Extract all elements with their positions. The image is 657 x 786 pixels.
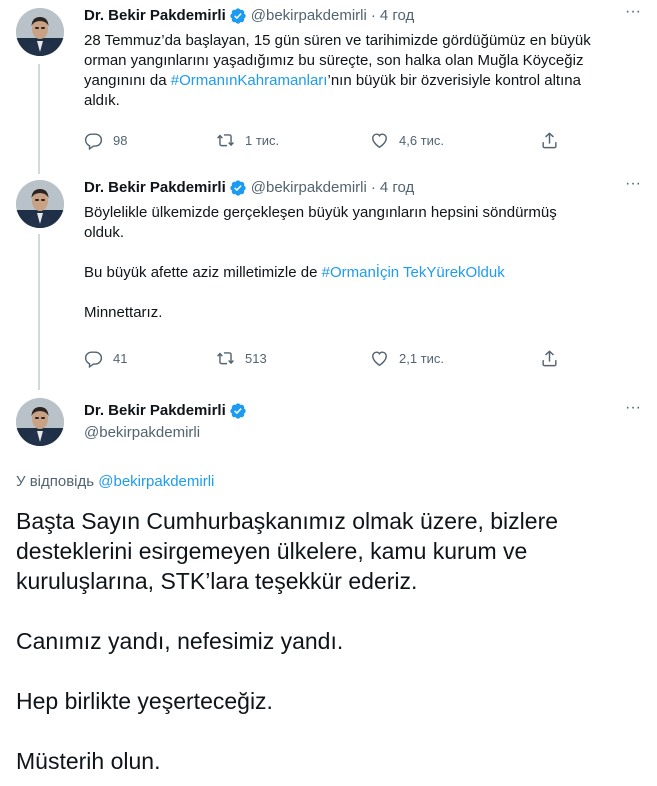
separator-dot: · — [370, 179, 376, 196]
verified-badge-icon — [229, 402, 247, 420]
tweet-line: desteklerini esirgemeyen ülkelere, kamu … — [16, 538, 528, 564]
hashtag-link[interactable]: #OrmanınKahramanları — [171, 72, 328, 89]
author-name[interactable]: Dr. Bekir Pakdemirli — [84, 178, 226, 198]
tweet-line: Minnettarız. — [84, 304, 163, 321]
retweet-icon — [216, 131, 235, 150]
retweet-count: 1 тис. — [245, 132, 280, 148]
share-button[interactable] — [540, 349, 569, 368]
separator-dot: · — [370, 7, 376, 24]
tweet-text: 28 Temmuz’da başlayan, 15 gün süren ve t… — [84, 31, 644, 111]
tweet-line: Hep birlikte yeşerteceğiz. — [16, 688, 273, 714]
tweet-header: Dr. Bekir Pakdemirli @bekirpakdemirli · … — [84, 6, 414, 26]
timestamp[interactable]: 4 год — [380, 178, 414, 198]
tweet-line: 28 Temmuz’da başlayan, 15 gün süren ve t… — [84, 32, 591, 49]
like-count: 4,6 тис. — [399, 132, 445, 148]
action-bar: 98 1 тис. 4,6 тис. — [84, 130, 564, 150]
reply-icon — [84, 131, 103, 150]
hashtag-link[interactable]: #Ormanİçin TekYürekOlduk — [322, 264, 505, 281]
like-button[interactable]: 2,1 тис. — [370, 349, 444, 368]
avatar[interactable] — [16, 180, 64, 228]
retweet-icon — [216, 349, 235, 368]
verified-badge-icon — [229, 179, 247, 197]
share-icon — [540, 131, 559, 150]
tweet-line: Canımız yandı, nefesimiz yandı. — [16, 628, 344, 654]
retweet-count: 513 — [245, 350, 267, 366]
replying-to: У відповідь @bekirpakdemirli — [16, 472, 214, 492]
action-bar: 41 513 2,1 тис. — [84, 348, 564, 368]
author-handle[interactable]: @bekirpakdemirli — [84, 423, 200, 443]
verified-badge-icon — [229, 7, 247, 25]
share-icon — [540, 349, 559, 368]
timestamp[interactable]: 4 год — [380, 6, 414, 26]
tweet-line: Böylelikle ülkemizde gerçekleşen büyük y… — [84, 204, 557, 221]
tweet-line: kuruluşlarına, STK’lara teşekkür ederiz. — [16, 568, 418, 594]
text-segment: Bu büyük afette aziz milletimizle de — [84, 264, 322, 281]
tweet-line: aldık. — [84, 92, 120, 109]
text-segment: ’nın büyük bir özverisiyle kontrol altın… — [327, 72, 581, 89]
like-icon — [370, 131, 389, 150]
reply-prefix: У відповідь — [16, 473, 99, 490]
reply-button[interactable]: 41 — [84, 349, 127, 368]
author-handle[interactable]: @bekirpakdemirli — [251, 6, 367, 26]
tweet-line: orman yangınlarını yaşadığımız bu süreçt… — [84, 52, 584, 69]
retweet-button[interactable]: 1 тис. — [216, 131, 279, 150]
mention-link[interactable]: @bekirpakdemirli — [98, 473, 214, 490]
reply-button[interactable]: 98 — [84, 131, 127, 150]
reply-count: 98 — [113, 132, 128, 148]
tweet-line: olduk. — [84, 224, 125, 241]
avatar[interactable] — [16, 8, 64, 56]
tweet-header: Dr. Bekir Pakdemirli — [84, 401, 251, 421]
author-handle[interactable]: @bekirpakdemirli — [251, 178, 367, 198]
tweet-line: Müsterih olun. — [16, 748, 161, 774]
tweet-text: Böylelikle ülkemizde gerçekleşen büyük y… — [84, 203, 644, 323]
tweet-line: Başta Sayın Cumhurbaşkanımız olmak üzere… — [16, 508, 559, 534]
like-button[interactable]: 4,6 тис. — [370, 131, 444, 150]
tweet-line: Bu büyük afette aziz milletimizle de #Or… — [84, 263, 644, 283]
like-count: 2,1 тис. — [399, 350, 445, 366]
reply-icon — [84, 349, 103, 368]
tweet-line: yangınını da #OrmanınKahramanları’nın bü… — [84, 71, 644, 91]
share-button[interactable] — [540, 131, 569, 150]
tweet-header: Dr. Bekir Pakdemirli @bekirpakdemirli · … — [84, 178, 414, 198]
author-name[interactable]: Dr. Bekir Pakdemirli — [84, 401, 226, 421]
like-icon — [370, 349, 389, 368]
reply-count: 41 — [113, 350, 128, 366]
tweet[interactable]: Dr. Bekir Pakdemirli @bekirpakdemirli · … — [0, 172, 657, 382]
author-name[interactable]: Dr. Bekir Pakdemirli — [84, 6, 226, 26]
retweet-button[interactable]: 513 — [216, 349, 267, 368]
main-tweet-text: Başta Sayın Cumhurbaşkanımız olmak üzere… — [16, 506, 636, 776]
more-icon[interactable]: ··· — [623, 176, 643, 198]
more-icon[interactable]: ··· — [623, 400, 643, 422]
tweet[interactable]: Dr. Bekir Pakdemirli @bekirpakdemirli · … — [0, 0, 657, 168]
more-icon[interactable]: ··· — [623, 4, 643, 26]
avatar[interactable] — [16, 398, 64, 446]
text-segment: yangınını da — [84, 72, 171, 89]
